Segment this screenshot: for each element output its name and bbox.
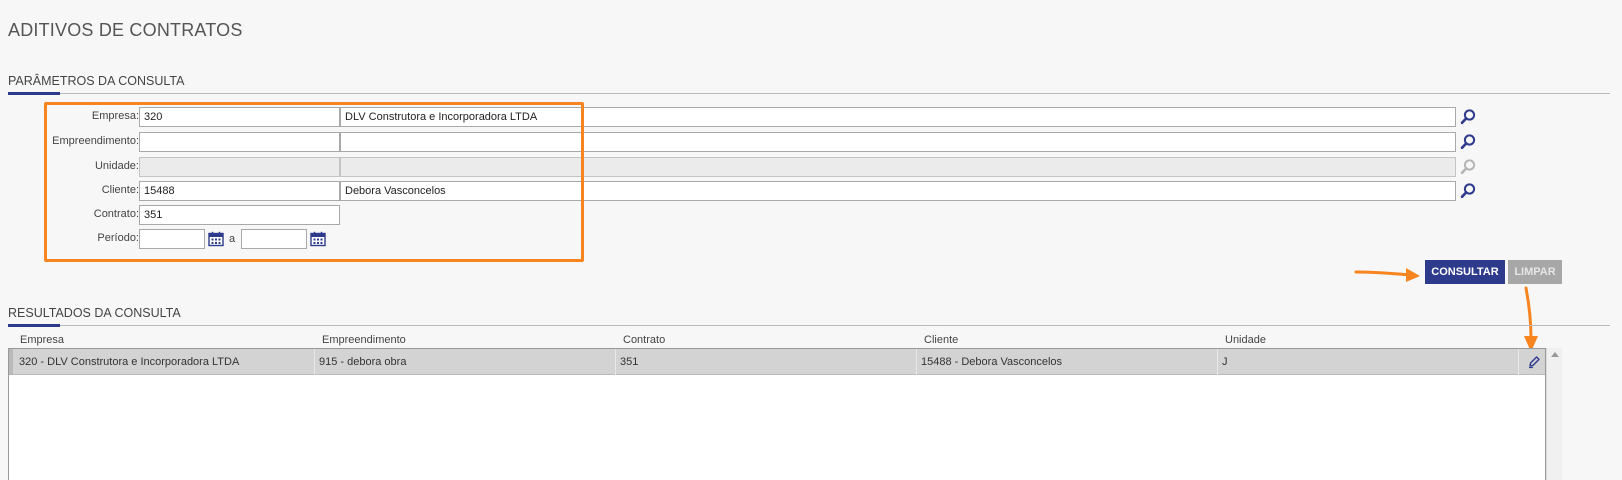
page-title: ADITIVOS DE CONTRATOS <box>8 20 243 40</box>
cell-contrato: 351 <box>616 349 917 375</box>
annotation-arrow-consultar <box>1354 268 1420 282</box>
section-title-parameters: PARÂMETROS DA CONSULTA <box>8 74 185 88</box>
column-header-empreendimento[interactable]: Empreendimento <box>322 334 406 346</box>
empresa-search-icon[interactable] <box>1459 108 1477 126</box>
section-header-results: RESULTADOS DA CONSULTA <box>8 306 1610 327</box>
empreendimento-search-icon[interactable] <box>1459 133 1477 151</box>
section-accent <box>8 92 60 95</box>
cell-empreendimento: 915 - debora obra <box>315 349 616 375</box>
grid-body: 320 - DLV Construtora e Incorporadora LT… <box>8 348 1546 480</box>
scroll-up-arrow-icon[interactable] <box>1551 352 1559 357</box>
column-header-contrato[interactable]: Contrato <box>623 334 665 346</box>
consultar-button[interactable]: CONSULTAR <box>1425 260 1505 284</box>
cliente-search-icon[interactable] <box>1459 182 1477 200</box>
edit-pencil-icon[interactable] <box>1527 355 1541 369</box>
column-header-unidade[interactable]: Unidade <box>1225 334 1266 346</box>
section-accent <box>8 324 60 327</box>
cell-unidade: J <box>1218 349 1519 375</box>
table-row[interactable]: 320 - DLV Construtora e Incorporadora LT… <box>9 349 1545 375</box>
section-divider <box>8 325 1610 326</box>
limpar-button[interactable]: LIMPAR <box>1508 260 1562 284</box>
column-header-empresa[interactable]: Empresa <box>20 334 64 346</box>
unidade-search-icon <box>1460 159 1476 175</box>
grid-header: Empresa Empreendimento Contrato Cliente … <box>8 330 1562 348</box>
section-title-results: RESULTADOS DA CONSULTA <box>8 306 181 320</box>
section-header-parameters: PARÂMETROS DA CONSULTA <box>8 74 1610 95</box>
cell-empresa: 320 - DLV Construtora e Incorporadora LT… <box>9 349 315 375</box>
cell-cliente: 15488 - Debora Vasconcelos <box>917 349 1218 375</box>
column-header-cliente[interactable]: Cliente <box>924 334 958 346</box>
annotation-highlight-box <box>44 102 584 262</box>
grid-scrollbar[interactable] <box>1546 348 1562 480</box>
section-divider <box>8 93 1610 94</box>
results-grid: Empresa Empreendimento Contrato Cliente … <box>8 330 1562 480</box>
